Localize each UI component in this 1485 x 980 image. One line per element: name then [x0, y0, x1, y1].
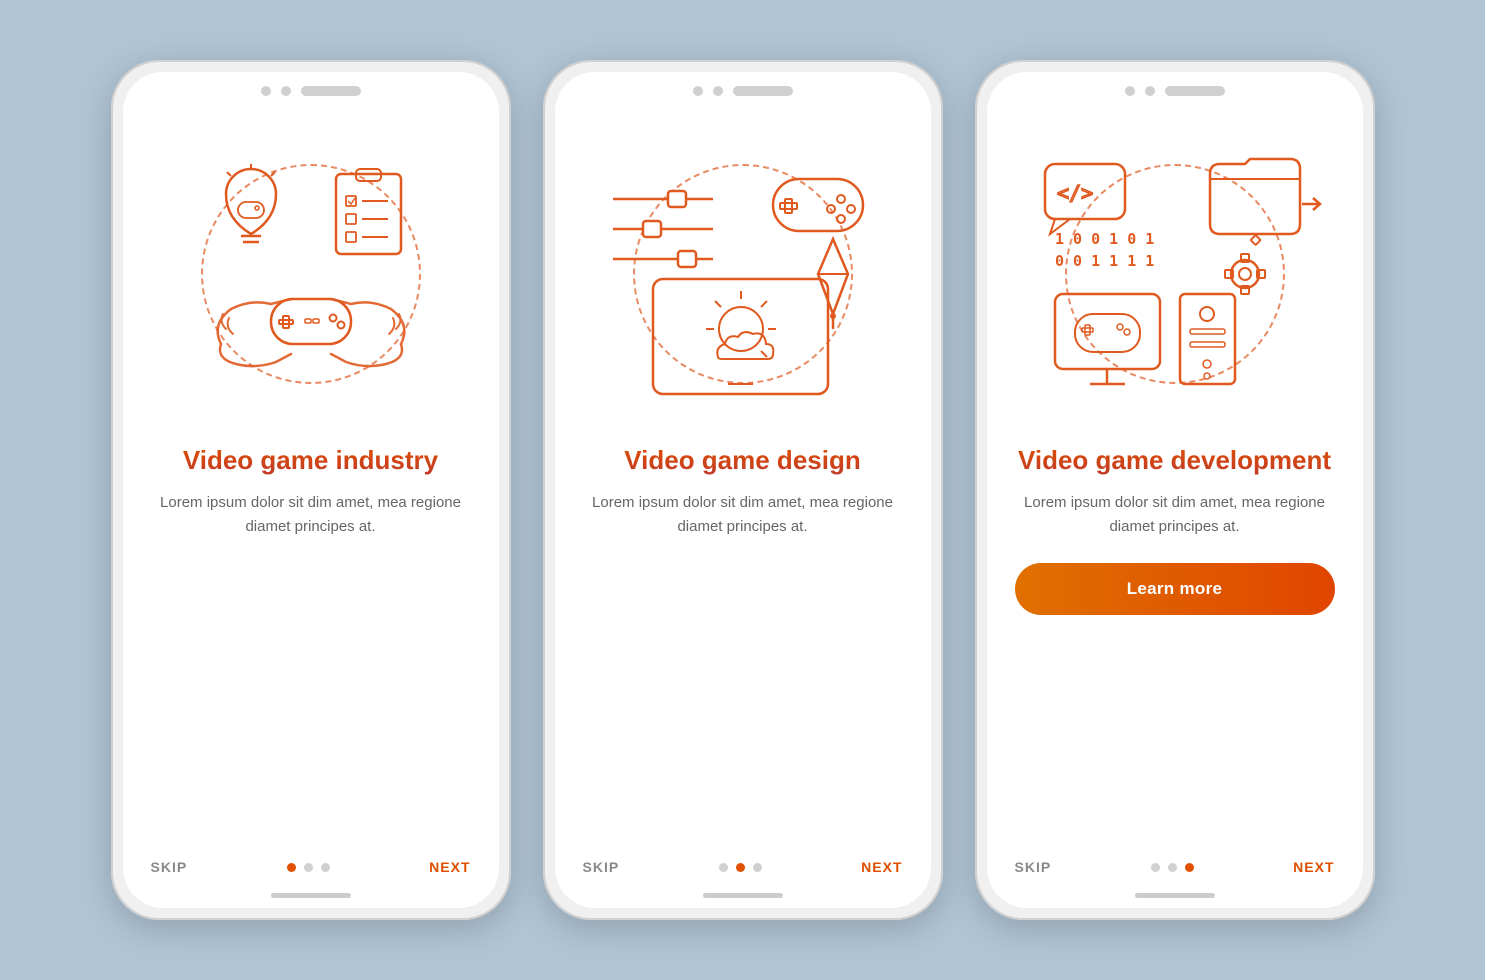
phone-2-svg [593, 124, 893, 424]
phone-3-bottom: SKIP NEXT [987, 843, 1363, 893]
svg-text:0 0 1 1 1 1: 0 0 1 1 1 1 [1055, 252, 1154, 270]
phone-2-skip[interactable]: SKIP [583, 859, 620, 875]
phone-2-desc: Lorem ipsum dolor sit dim amet, mea regi… [583, 491, 903, 539]
phone-3-dot-1 [1151, 863, 1160, 872]
phone-1-dot-2 [304, 863, 313, 872]
phone-2-next[interactable]: NEXT [861, 859, 902, 875]
phone-1-dots [287, 863, 330, 872]
phone-3-title: Video game development [1018, 444, 1331, 477]
phone-2-inner: Video game design Lorem ipsum dolor sit … [555, 72, 931, 908]
phone-2-dots [719, 863, 762, 872]
phone-1-home-bar [271, 893, 351, 898]
phone-2-dot-3 [753, 863, 762, 872]
phone-1-topbar [123, 72, 499, 104]
phone-2-illustration [583, 114, 903, 434]
phone-1-svg [161, 124, 461, 424]
phone-2-circle1 [693, 86, 703, 96]
phone-2-topbar [555, 72, 931, 104]
phone-3: </> [975, 60, 1375, 920]
phone-3-dot-2 [1168, 863, 1177, 872]
phone-3-dots [1151, 863, 1194, 872]
svg-text:1 0 0 1 0 1: 1 0 0 1 0 1 [1055, 230, 1154, 248]
phone-3-home-bar [1135, 893, 1215, 898]
phone-3-topbar [987, 72, 1363, 104]
phone-2-title: Video game design [624, 444, 860, 477]
phone-1: Video game industry Lorem ipsum dolor si… [111, 60, 511, 920]
phones-container: Video game industry Lorem ipsum dolor si… [111, 60, 1375, 920]
phone-3-illustration: </> [1015, 114, 1335, 434]
phone-1-circle1 [261, 86, 271, 96]
phone-1-bottom: SKIP NEXT [123, 843, 499, 893]
phone-1-next[interactable]: NEXT [429, 859, 470, 875]
svg-text:</>: </> [1057, 181, 1093, 205]
phone-3-desc: Lorem ipsum dolor sit dim amet, mea regi… [1015, 491, 1335, 539]
phone-1-illustration [151, 114, 471, 434]
learn-more-button[interactable]: Learn more [1015, 563, 1335, 615]
phone-1-dot-3 [321, 863, 330, 872]
phone-1-desc: Lorem ipsum dolor sit dim amet, mea regi… [151, 491, 471, 539]
phone-2-dot-2 [736, 863, 745, 872]
phone-1-pill [301, 86, 361, 96]
phone-3-svg: </> [1025, 124, 1325, 424]
phone-1-circle2 [281, 86, 291, 96]
phone-1-content: Video game industry Lorem ipsum dolor si… [123, 104, 499, 843]
phone-1-title: Video game industry [183, 444, 438, 477]
phone-1-skip[interactable]: SKIP [151, 859, 188, 875]
phone-1-dot-1 [287, 863, 296, 872]
phone-3-next[interactable]: NEXT [1293, 859, 1334, 875]
phone-2-bottom: SKIP NEXT [555, 843, 931, 893]
phone-3-dot-3 [1185, 863, 1194, 872]
phone-3-inner: </> [987, 72, 1363, 908]
phone-3-skip[interactable]: SKIP [1015, 859, 1052, 875]
phone-3-pill [1165, 86, 1225, 96]
phone-2-circle2 [713, 86, 723, 96]
phone-3-circle1 [1125, 86, 1135, 96]
phone-2-pill [733, 86, 793, 96]
phone-3-circle2 [1145, 86, 1155, 96]
phone-2-dot-1 [719, 863, 728, 872]
phone-2: Video game design Lorem ipsum dolor sit … [543, 60, 943, 920]
phone-3-content: </> [987, 104, 1363, 843]
phone-2-home-bar [703, 893, 783, 898]
phone-1-inner: Video game industry Lorem ipsum dolor si… [123, 72, 499, 908]
phone-2-content: Video game design Lorem ipsum dolor sit … [555, 104, 931, 843]
